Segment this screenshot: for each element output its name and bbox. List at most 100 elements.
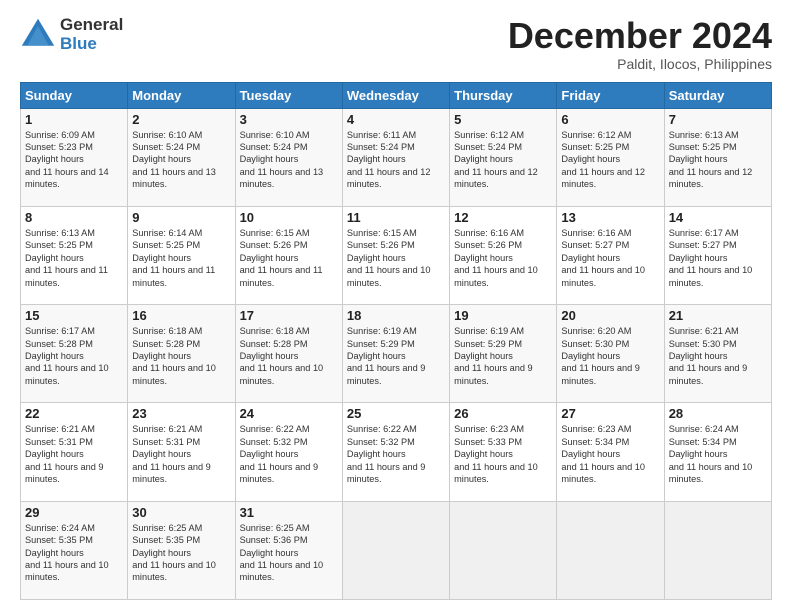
calendar-cell: 5 Sunrise: 6:12 AMSunset: 5:24 PMDaylight… [450,108,557,206]
calendar-cell [664,501,771,599]
cell-content: Sunrise: 6:22 AMSunset: 5:32 PMDaylight … [347,423,445,485]
cell-content: Sunrise: 6:13 AMSunset: 5:25 PMDaylight … [25,227,123,289]
day-number: 13 [561,210,659,225]
calendar-cell: 7 Sunrise: 6:13 AMSunset: 5:25 PMDaylight… [664,108,771,206]
cell-content: Sunrise: 6:09 AMSunset: 5:23 PMDaylight … [25,129,123,191]
calendar-cell: 30Sunrise: 6:25 AMSunset: 5:35 PMDayligh… [128,501,235,599]
calendar-cell: 2 Sunrise: 6:10 AMSunset: 5:24 PMDaylight… [128,108,235,206]
col-wednesday: Wednesday [342,82,449,108]
cell-content: Sunrise: 6:21 AMSunset: 5:30 PMDaylight … [669,325,767,387]
logo-icon [20,17,56,53]
day-number: 22 [25,406,123,421]
cell-content: Sunrise: 6:22 AMSunset: 5:32 PMDaylight … [240,423,338,485]
day-number: 2 [132,112,230,127]
cell-content: Sunrise: 6:12 AMSunset: 5:24 PMDaylight … [454,129,552,191]
day-number: 29 [25,505,123,520]
calendar-cell: 11Sunrise: 6:15 AMSunset: 5:26 PMDayligh… [342,206,449,304]
logo-general: General [60,16,123,35]
calendar-cell: 8 Sunrise: 6:13 AMSunset: 5:25 PMDaylight… [21,206,128,304]
cell-content: Sunrise: 6:24 AMSunset: 5:34 PMDaylight … [669,423,767,485]
col-saturday: Saturday [664,82,771,108]
calendar-week-row: 29 Sunrise: 6:24 AMSunset: 5:35 PMDayligh… [21,501,772,599]
cell-content: Sunrise: 6:18 AMSunset: 5:28 PMDaylight … [240,325,338,387]
col-monday: Monday [128,82,235,108]
logo-text: General Blue [60,16,123,53]
calendar-cell: 13 Sunrise: 6:16 AMSunset: 5:27 PMDayligh… [557,206,664,304]
calendar-cell: 31Sunrise: 6:25 AMSunset: 5:36 PMDayligh… [235,501,342,599]
col-sunday: Sunday [21,82,128,108]
cell-content: Sunrise: 6:21 AMSunset: 5:31 PMDaylight … [25,423,123,485]
calendar-week-row: 1 Sunrise: 6:09 AMSunset: 5:23 PMDaylight… [21,108,772,206]
cell-content: Sunrise: 6:20 AMSunset: 5:30 PMDaylight … [561,325,659,387]
day-number: 12 [454,210,552,225]
calendar-cell: 22 Sunrise: 6:21 AMSunset: 5:31 PMDayligh… [21,403,128,501]
cell-content: Sunrise: 6:10 AMSunset: 5:24 PMDaylight … [132,129,230,191]
day-number: 5 [454,112,552,127]
cell-content: Sunrise: 6:17 AMSunset: 5:27 PMDaylight … [669,227,767,289]
day-number: 30 [132,505,230,520]
cell-content: Sunrise: 6:17 AMSunset: 5:28 PMDaylight … [25,325,123,387]
logo: General Blue [20,16,123,53]
col-tuesday: Tuesday [235,82,342,108]
calendar-cell: 18 Sunrise: 6:19 AMSunset: 5:29 PMDayligh… [342,305,449,403]
day-number: 7 [669,112,767,127]
day-number: 6 [561,112,659,127]
calendar-cell: 25 Sunrise: 6:22 AMSunset: 5:32 PMDayligh… [342,403,449,501]
calendar-cell: 24 Sunrise: 6:22 AMSunset: 5:32 PMDayligh… [235,403,342,501]
month-title: December 2024 [508,16,772,56]
calendar-week-row: 8 Sunrise: 6:13 AMSunset: 5:25 PMDaylight… [21,206,772,304]
day-number: 24 [240,406,338,421]
day-number: 18 [347,308,445,323]
cell-content: Sunrise: 6:25 AMSunset: 5:36 PMDaylight … [240,522,338,584]
day-number: 26 [454,406,552,421]
day-number: 3 [240,112,338,127]
calendar-cell [342,501,449,599]
cell-content: Sunrise: 6:12 AMSunset: 5:25 PMDaylight … [561,129,659,191]
day-number: 20 [561,308,659,323]
calendar-cell: 23 Sunrise: 6:21 AMSunset: 5:31 PMDayligh… [128,403,235,501]
calendar-cell [557,501,664,599]
day-number: 1 [25,112,123,127]
calendar-table: Sunday Monday Tuesday Wednesday Thursday… [20,82,772,600]
calendar-cell: 21 Sunrise: 6:21 AMSunset: 5:30 PMDayligh… [664,305,771,403]
day-number: 17 [240,308,338,323]
day-number: 21 [669,308,767,323]
day-number: 8 [25,210,123,225]
calendar-cell: 17 Sunrise: 6:18 AMSunset: 5:28 PMDayligh… [235,305,342,403]
cell-content: Sunrise: 6:23 AMSunset: 5:34 PMDaylight … [561,423,659,485]
col-friday: Friday [557,82,664,108]
day-number: 23 [132,406,230,421]
calendar-cell: 20 Sunrise: 6:20 AMSunset: 5:30 PMDayligh… [557,305,664,403]
cell-content: Sunrise: 6:10 AMSunset: 5:24 PMDaylight … [240,129,338,191]
calendar-cell: 29 Sunrise: 6:24 AMSunset: 5:35 PMDayligh… [21,501,128,599]
day-number: 16 [132,308,230,323]
day-number: 14 [669,210,767,225]
cell-content: Sunrise: 6:15 AMSunset: 5:26 PMDaylight … [240,227,338,289]
cell-content: Sunrise: 6:24 AMSunset: 5:35 PMDaylight … [25,522,123,584]
page: General Blue December 2024 Paldit, Iloco… [0,0,792,612]
calendar-cell: 19 Sunrise: 6:19 AMSunset: 5:29 PMDayligh… [450,305,557,403]
calendar-cell: 12 Sunrise: 6:16 AMSunset: 5:26 PMDayligh… [450,206,557,304]
calendar-cell: 1 Sunrise: 6:09 AMSunset: 5:23 PMDaylight… [21,108,128,206]
header: General Blue December 2024 Paldit, Iloco… [20,16,772,72]
calendar-cell: 10Sunrise: 6:15 AMSunset: 5:26 PMDayligh… [235,206,342,304]
cell-content: Sunrise: 6:19 AMSunset: 5:29 PMDaylight … [454,325,552,387]
calendar-header-row: Sunday Monday Tuesday Wednesday Thursday… [21,82,772,108]
day-number: 19 [454,308,552,323]
calendar-cell: 3 Sunrise: 6:10 AMSunset: 5:24 PMDaylight… [235,108,342,206]
day-number: 28 [669,406,767,421]
calendar-cell: 15Sunrise: 6:17 AMSunset: 5:28 PMDayligh… [21,305,128,403]
calendar-cell: 9Sunrise: 6:14 AMSunset: 5:25 PMDaylight… [128,206,235,304]
day-number: 4 [347,112,445,127]
location-subtitle: Paldit, Ilocos, Philippines [508,56,772,72]
day-number: 25 [347,406,445,421]
calendar-cell: 14 Sunrise: 6:17 AMSunset: 5:27 PMDayligh… [664,206,771,304]
calendar-cell: 6 Sunrise: 6:12 AMSunset: 5:25 PMDaylight… [557,108,664,206]
cell-content: Sunrise: 6:21 AMSunset: 5:31 PMDaylight … [132,423,230,485]
calendar-week-row: 15Sunrise: 6:17 AMSunset: 5:28 PMDayligh… [21,305,772,403]
cell-content: Sunrise: 6:19 AMSunset: 5:29 PMDaylight … [347,325,445,387]
cell-content: Sunrise: 6:13 AMSunset: 5:25 PMDaylight … [669,129,767,191]
calendar-cell: 28 Sunrise: 6:24 AMSunset: 5:34 PMDayligh… [664,403,771,501]
cell-content: Sunrise: 6:16 AMSunset: 5:27 PMDaylight … [561,227,659,289]
cell-content: Sunrise: 6:16 AMSunset: 5:26 PMDaylight … [454,227,552,289]
